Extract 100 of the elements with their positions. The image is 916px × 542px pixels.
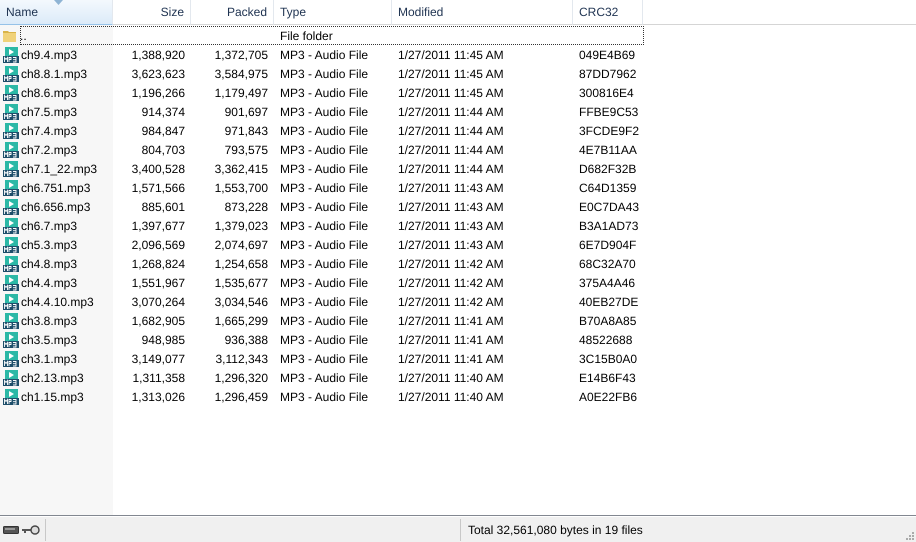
file-name[interactable]: ch3.5.mp3 (21, 332, 78, 346)
modified-date: 1/27/2011 11:42 AM (398, 276, 504, 290)
packed-size: 1,535,677 (214, 276, 268, 290)
file-name[interactable]: ch2.13.mp3 (21, 370, 84, 384)
file-name[interactable]: ch7.4.mp3 (21, 124, 78, 138)
crc32-value: E14B6F43 (579, 370, 636, 384)
packed-size: 3,112,343 (216, 352, 268, 366)
crc32-value: FFBE9C53 (579, 104, 638, 118)
crc32-value: C64D1359 (579, 180, 636, 194)
modified-date: 1/27/2011 11:45 AM (398, 48, 504, 62)
column-header[interactable]: Name (0, 0, 113, 25)
mp3-file-icon (3, 198, 19, 214)
modified-date: 1/27/2011 11:44 AM (398, 142, 504, 156)
file-size: 3,623,623 (132, 66, 185, 80)
mp3-file-icon (3, 66, 19, 82)
crc32-value: 4E7B11AA (579, 142, 637, 156)
file-name[interactable]: ch8.8.1.mp3 (21, 66, 88, 80)
crc32-value: E0C7DA43 (579, 200, 640, 214)
packed-size: 1,179,497 (214, 86, 268, 100)
modified-date: 1/27/2011 11:43 AM (398, 200, 504, 214)
file-size: 1,682,905 (132, 314, 185, 328)
column-header[interactable]: Size (113, 0, 191, 25)
modified-date: 1/27/2011 11:43 AM (398, 238, 504, 252)
modified-date: 1/27/2011 11:42 AM (398, 256, 504, 270)
focused-row[interactable]: .. File folder (20, 26, 644, 45)
file-name[interactable]: ch8.6.mp3 (21, 86, 78, 100)
file-name[interactable]: ch6.7.mp3 (21, 218, 78, 232)
column-header[interactable]: CRC32 (573, 0, 643, 25)
column-header[interactable]: Packed (191, 0, 274, 25)
file-name[interactable]: ch6.656.mp3 (21, 200, 90, 214)
modified-date: 1/27/2011 11:40 AM (398, 390, 504, 404)
file-type: MP3 - Audio File (280, 352, 368, 366)
packed-size: 1,296,459 (214, 390, 268, 404)
mp3-file-icon (3, 160, 19, 176)
file-size: 885,601 (142, 200, 185, 214)
crc32-value: 68C32A70 (579, 256, 636, 270)
file-size: 804,703 (142, 142, 185, 156)
packed-size: 873,228 (224, 200, 268, 214)
resize-grip-icon[interactable] (904, 530, 914, 540)
mp3-file-icon (3, 294, 19, 310)
file-type: MP3 - Audio File (280, 238, 368, 252)
mp3-file-icon (3, 256, 19, 272)
file-name[interactable]: ch4.4.10.mp3 (21, 294, 94, 308)
file-name[interactable]: ch1.15.mp3 (21, 390, 84, 404)
mp3-file-icon (3, 142, 19, 158)
mp3-file-icon (3, 370, 19, 386)
modified-date: 1/27/2011 11:41 AM (398, 314, 504, 328)
crc32-value: B70A8A85 (579, 314, 636, 328)
sort-arrow-icon (54, 0, 63, 5)
mp3-file-icon (3, 350, 19, 366)
file-type: MP3 - Audio File (280, 162, 368, 176)
file-type: MP3 - Audio File (280, 314, 368, 328)
packed-size: 1,254,658 (214, 256, 268, 270)
packed-size: 901,697 (224, 104, 268, 118)
packed-size: 971,843 (224, 124, 268, 138)
key-icon[interactable] (22, 524, 40, 534)
mp3-file-icon (3, 274, 19, 290)
crc32-value: B3A1AD73 (579, 218, 638, 232)
file-size: 1,311,358 (132, 370, 185, 384)
packed-size: 1,665,299 (214, 314, 268, 328)
status-text: Total 32,561,080 bytes in 19 files (467, 522, 643, 536)
mp3-file-icon (3, 104, 19, 120)
column-header[interactable]: Type (274, 0, 392, 25)
file-size: 3,070,264 (132, 294, 185, 308)
column-header[interactable]: Modified (392, 0, 573, 25)
crc32-value: 48522688 (579, 332, 632, 346)
file-name[interactable]: ch7.2.mp3 (21, 142, 78, 156)
file-name[interactable]: ch3.1.mp3 (21, 352, 78, 366)
file-type: File folder (280, 28, 333, 42)
file-type: MP3 - Audio File (280, 104, 368, 118)
file-type: MP3 - Audio File (280, 142, 368, 156)
file-type: MP3 - Audio File (280, 48, 368, 62)
file-name[interactable]: .. (20, 28, 27, 42)
packed-size: 1,372,705 (214, 48, 268, 62)
packed-size: 936,388 (224, 332, 268, 346)
file-type: MP3 - Audio File (280, 218, 368, 232)
modified-date: 1/27/2011 11:41 AM (398, 352, 504, 366)
drive-icon[interactable] (3, 526, 19, 534)
file-type: MP3 - Audio File (280, 370, 368, 384)
file-name[interactable]: ch7.1_22.mp3 (21, 162, 98, 176)
modified-date: 1/27/2011 11:45 AM (398, 86, 504, 100)
file-name[interactable]: ch9.4.mp3 (21, 48, 78, 62)
packed-size: 1,553,700 (214, 180, 268, 194)
file-name[interactable]: ch5.3.mp3 (21, 238, 78, 252)
file-size: 1,571,566 (132, 180, 185, 194)
packed-size: 2,074,697 (214, 238, 268, 252)
file-type: MP3 - Audio File (280, 256, 368, 270)
crc32-value: 3C15B0A0 (579, 352, 638, 366)
file-size: 984,847 (142, 124, 185, 138)
file-name[interactable]: ch4.4.mp3 (21, 276, 78, 290)
file-type: MP3 - Audio File (280, 180, 368, 194)
file-name[interactable]: ch7.5.mp3 (21, 104, 78, 118)
file-name[interactable]: ch6.751.mp3 (21, 180, 90, 194)
modified-date: 1/27/2011 11:41 AM (398, 332, 504, 346)
file-type: MP3 - Audio File (280, 66, 368, 80)
modified-date: 1/27/2011 11:42 AM (398, 294, 504, 308)
mp3-file-icon (3, 388, 19, 404)
file-name[interactable]: ch4.8.mp3 (21, 256, 78, 270)
crc32-value: 3FCDE9F2 (579, 124, 640, 138)
file-name[interactable]: ch3.8.mp3 (21, 314, 78, 328)
